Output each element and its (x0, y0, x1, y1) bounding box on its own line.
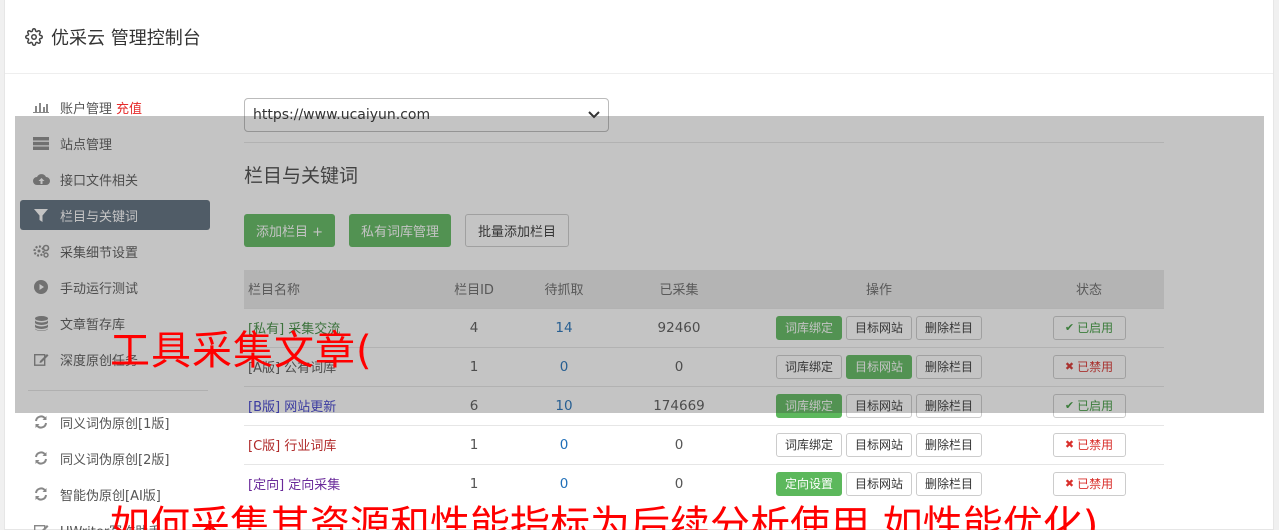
target-site-button[interactable]: 目标网站 (845, 432, 912, 457)
bar-chart-icon (32, 100, 50, 114)
ops-cell: 词库绑定 目标网站 删除栏目 (744, 424, 1014, 464)
delete-column-button[interactable]: 删除栏目 (916, 432, 983, 457)
column-name-text[interactable]: [C版] 行业词库 (248, 439, 336, 454)
collected-count: 0 (614, 424, 744, 464)
page-title: 优采云 管理控制台 (51, 27, 201, 49)
refresh-icon (32, 415, 50, 429)
status-cell: ✖ 已禁用 (1014, 424, 1164, 464)
pending-count[interactable]: 0 (514, 424, 614, 464)
sidebar-item-label: 同义词伪原创[2版] (60, 452, 170, 468)
status-toggle[interactable]: ✖ 已禁用 (1052, 432, 1126, 457)
refresh-icon (32, 451, 50, 465)
column-name-text[interactable]: [定向] 定向采集 (248, 478, 340, 493)
column-id: 1 (434, 424, 514, 464)
x-icon: ✖ (1064, 438, 1075, 451)
lexicon-bind-button[interactable]: 词库绑定 (775, 432, 842, 457)
sidebar-item-synonym-v2[interactable]: 同义词伪原创[2版] (20, 443, 210, 473)
column-name[interactable]: [C版] 行业词库 (244, 424, 434, 464)
table-row: [C版] 行业词库 1 0 0 词库绑定 目标网站 删除栏目 ✖ 已禁用 (244, 424, 1164, 464)
x-icon: ✖ (1064, 477, 1075, 491)
watermark-line-1: 工具采集文章( (110, 328, 373, 374)
recharge-link[interactable]: 充值 (116, 98, 142, 117)
sidebar-item-label: 同义词伪原创[1版] (60, 416, 170, 432)
sidebar-item-label: 账户管理 (60, 101, 113, 117)
refresh-icon (32, 487, 50, 501)
edit-icon (32, 523, 50, 530)
page-header: 优采云 管理控制台 (5, 0, 1273, 74)
status-label: 已禁用 (1077, 477, 1114, 492)
gear-icon (25, 27, 43, 46)
status-label: 已禁用 (1077, 438, 1114, 452)
watermark-line-2: 如何采集其资源和性能指标为后续分析使用,如性能优化) (110, 503, 1099, 530)
